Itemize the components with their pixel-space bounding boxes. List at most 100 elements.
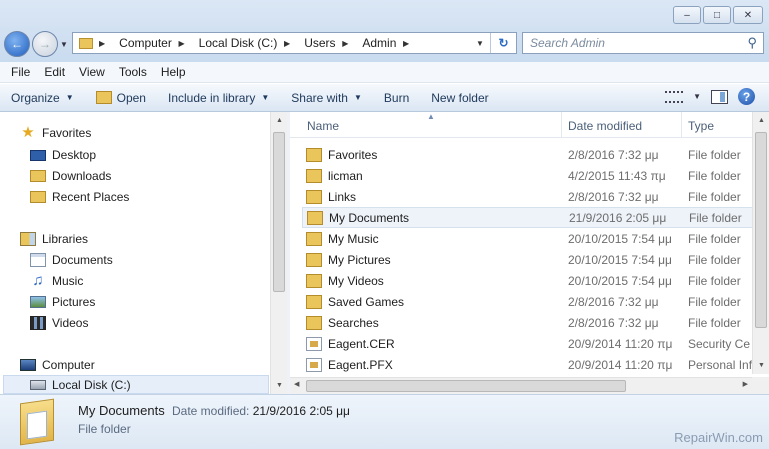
new-folder-button[interactable]: New folder	[431, 91, 488, 105]
list-item-my-pictures[interactable]: My Pictures 20/10/2015 7:54 μμ File fold…	[302, 249, 769, 270]
nav-pictures[interactable]: Pictures	[30, 293, 95, 311]
nav-documents[interactable]: Documents	[30, 251, 113, 269]
nav-recent-places[interactable]: Recent Places	[30, 188, 129, 206]
minimize-button[interactable]: –	[673, 6, 701, 24]
share-with-button[interactable]: Share with ▼	[291, 91, 362, 105]
chevron-down-icon: ▼	[353, 93, 362, 102]
videos-icon	[30, 316, 46, 330]
column-divider[interactable]	[561, 112, 562, 138]
list-item-searches[interactable]: Searches 2/8/2016 7:32 μμ File folder	[302, 312, 769, 333]
column-date-header[interactable]: Date modified	[568, 119, 642, 133]
nav-vertical-scrollbar[interactable]: ▲ ▼	[270, 112, 287, 394]
scroll-down-icon[interactable]: ▼	[271, 377, 287, 394]
column-type-header[interactable]: Type	[688, 119, 714, 133]
item-date: 2/8/2016 7:32 μμ	[568, 147, 659, 162]
item-date: 20/9/2014 11:20 πμ	[568, 357, 673, 372]
breadcrumb-local-disk[interactable]: Local Disk (C:) ▶	[199, 36, 305, 50]
back-button[interactable]: ←	[4, 31, 30, 57]
list-item-eagent-pfx[interactable]: Eagent.PFX 20/9/2014 11:20 πμ Personal I…	[302, 354, 769, 375]
address-bar[interactable]: ▶ Computer ▶ Local Disk (C:) ▶ Users ▶ A…	[72, 32, 517, 54]
menu-tools[interactable]: Tools	[112, 65, 154, 79]
folder-icon	[306, 189, 322, 204]
include-in-library-button[interactable]: Include in library ▼	[168, 91, 269, 105]
close-button[interactable]: ✕	[733, 6, 763, 24]
menu-help[interactable]: Help	[154, 65, 193, 79]
scroll-left-icon[interactable]: ◀	[294, 380, 299, 388]
item-name: Links	[328, 189, 357, 204]
nav-favorites[interactable]: ★ Favorites	[20, 124, 91, 142]
open-folder-icon	[95, 91, 112, 104]
title-bar: – □ ✕ ← → ▼ ▶ Computer ▶ Local Disk (C:)…	[0, 0, 769, 62]
column-divider[interactable]	[681, 112, 682, 138]
nav-label: Recent Places	[52, 190, 130, 204]
item-date: 2/8/2016 7:32 μμ	[568, 315, 659, 330]
search-icon[interactable]: ⚲	[747, 35, 757, 51]
scroll-up-icon[interactable]: ▲	[271, 112, 287, 129]
window-controls: – □ ✕	[673, 6, 763, 24]
folder-icon	[79, 37, 93, 49]
scroll-down-icon[interactable]: ▼	[753, 357, 769, 374]
list-item-links[interactable]: Links 2/8/2016 7:32 μμ File folder	[302, 186, 769, 207]
burn-button[interactable]: Burn	[384, 91, 409, 105]
list-vertical-scrollbar[interactable]: ▲ ▼	[752, 112, 769, 374]
breadcrumb-users[interactable]: Users ▶	[304, 36, 362, 50]
maximize-button[interactable]: □	[703, 6, 731, 24]
folder-icon	[306, 294, 322, 309]
breadcrumb-label: Admin	[362, 36, 397, 50]
item-name: Favorites	[328, 147, 378, 162]
menu-edit[interactable]: Edit	[37, 65, 72, 79]
list-item-my-documents[interactable]: My Documents 21/9/2016 2:05 μμ File fold…	[302, 207, 769, 228]
scrollbar-thumb[interactable]	[306, 380, 626, 392]
chevron-down-icon: ▼	[261, 93, 270, 102]
list-horizontal-scrollbar[interactable]: ◀ ▶	[290, 377, 752, 394]
menu-file[interactable]: File	[4, 65, 37, 79]
list-item-favorites[interactable]: Favorites 2/8/2016 7:32 μμ File folder	[302, 144, 769, 165]
help-icon[interactable]: ?	[738, 88, 755, 105]
list-item-licman[interactable]: licman 4/2/2015 11:43 πμ File folder	[302, 165, 769, 186]
address-history-dropdown[interactable]: ▼	[470, 39, 490, 48]
breadcrumb-computer[interactable]: Computer ▶	[119, 36, 199, 50]
scroll-right-icon[interactable]: ▶	[743, 380, 748, 388]
open-label: Open	[116, 90, 146, 105]
breadcrumb-root[interactable]: ▶	[99, 39, 119, 48]
details-date-modified: Date modified: 21/9/2016 2:05 μμ	[172, 404, 350, 418]
open-button[interactable]: Open	[95, 90, 146, 105]
folder-icon	[20, 398, 54, 446]
item-type: File folder	[688, 168, 741, 183]
item-date: 20/9/2014 11:20 πμ	[568, 336, 673, 351]
list-item-eagent-cer[interactable]: Eagent.CER 20/9/2014 11:20 πμ Security C…	[302, 333, 769, 354]
nav-libraries[interactable]: Libraries	[20, 230, 88, 248]
organize-button[interactable]: Organize ▼	[11, 91, 74, 105]
search-placeholder: Search Admin	[530, 36, 605, 50]
forward-button[interactable]: →	[32, 31, 58, 57]
refresh-button[interactable]: ↻	[490, 33, 516, 53]
breadcrumb-separator-icon: ▶	[284, 38, 291, 48]
change-view-icon[interactable]	[665, 90, 684, 103]
item-type: Security Ce	[688, 336, 751, 351]
personal-info-file-icon	[306, 357, 322, 372]
column-name-header[interactable]: Name	[307, 119, 339, 133]
navigation-pane: ★ Favorites Desktop Downloads Recent Plac…	[0, 112, 287, 394]
chevron-down-icon: ▼	[65, 93, 74, 102]
nav-downloads[interactable]: Downloads	[30, 167, 111, 185]
list-item-my-music[interactable]: My Music 20/10/2015 7:54 μμ File folder	[302, 228, 769, 249]
scrollbar-thumb[interactable]	[755, 132, 767, 328]
breadcrumb-admin[interactable]: Admin ▶	[362, 36, 423, 50]
nav-desktop[interactable]: Desktop	[30, 146, 96, 164]
list-item-my-videos[interactable]: My Videos 20/10/2015 7:54 μμ File folder	[302, 270, 769, 291]
downloads-folder-icon	[30, 170, 46, 182]
folder-icon	[306, 231, 322, 246]
nav-videos[interactable]: Videos	[30, 314, 88, 332]
preview-pane-icon[interactable]	[711, 89, 728, 104]
nav-label: Desktop	[52, 148, 97, 162]
scroll-up-icon[interactable]: ▲	[753, 112, 769, 129]
nav-local-disk[interactable]: Local Disk (C:)	[30, 376, 131, 394]
view-options-dropdown[interactable]: ▼	[693, 92, 701, 101]
nav-computer[interactable]: Computer	[20, 356, 95, 374]
scrollbar-thumb[interactable]	[273, 132, 285, 292]
recent-pages-dropdown[interactable]: ▼	[60, 40, 68, 49]
menu-view[interactable]: View	[72, 65, 112, 79]
search-input[interactable]: Search Admin ⚲	[522, 32, 764, 54]
list-item-saved-games[interactable]: Saved Games 2/8/2016 7:32 μμ File folder	[302, 291, 769, 312]
nav-music[interactable]: ♫ Music	[30, 272, 83, 290]
